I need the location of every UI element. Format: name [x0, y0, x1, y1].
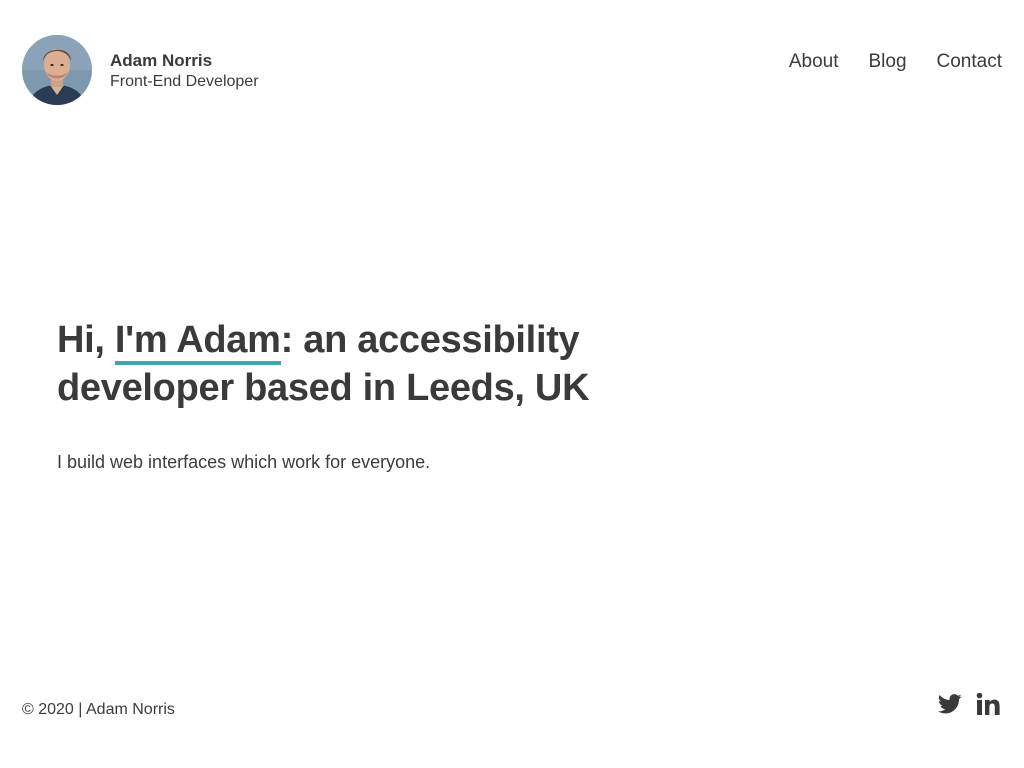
hero-heading: Hi, I'm Adam: an accessibility developer… — [57, 316, 657, 412]
twitter-icon[interactable] — [938, 694, 962, 714]
avatar — [22, 35, 92, 105]
linkedin-icon[interactable] — [976, 692, 1000, 716]
heading-prefix: Hi, — [57, 319, 115, 361]
site-footer: © 2020 | Adam Norris — [22, 692, 1000, 722]
nav-blog-link[interactable]: Blog — [868, 51, 906, 73]
brand-text: Adam Norris Front-End Developer — [110, 50, 259, 92]
page: Adam Norris Front-End Developer About Bl… — [0, 0, 1024, 768]
site-header: Adam Norris Front-End Developer About Bl… — [22, 35, 1002, 105]
main-nav: About Blog Contact — [759, 51, 1002, 73]
about-me-link[interactable]: I'm Adam — [114, 319, 281, 365]
social-links — [924, 692, 1000, 716]
copyright-text: © 2020 | Adam Norris — [22, 701, 175, 718]
nav-about-link[interactable]: About — [789, 51, 839, 73]
hero-subtitle: I build web interfaces which work for ev… — [57, 452, 431, 472]
hero-section: Hi, I'm Adam: an accessibility developer… — [57, 316, 657, 473]
nav-contact-link[interactable]: Contact — [937, 51, 1002, 73]
site-owner-name: Adam Norris — [110, 51, 213, 70]
home-link[interactable]: Adam Norris Front-End Developer — [22, 35, 259, 105]
site-owner-role: Front-End Developer — [110, 73, 259, 90]
